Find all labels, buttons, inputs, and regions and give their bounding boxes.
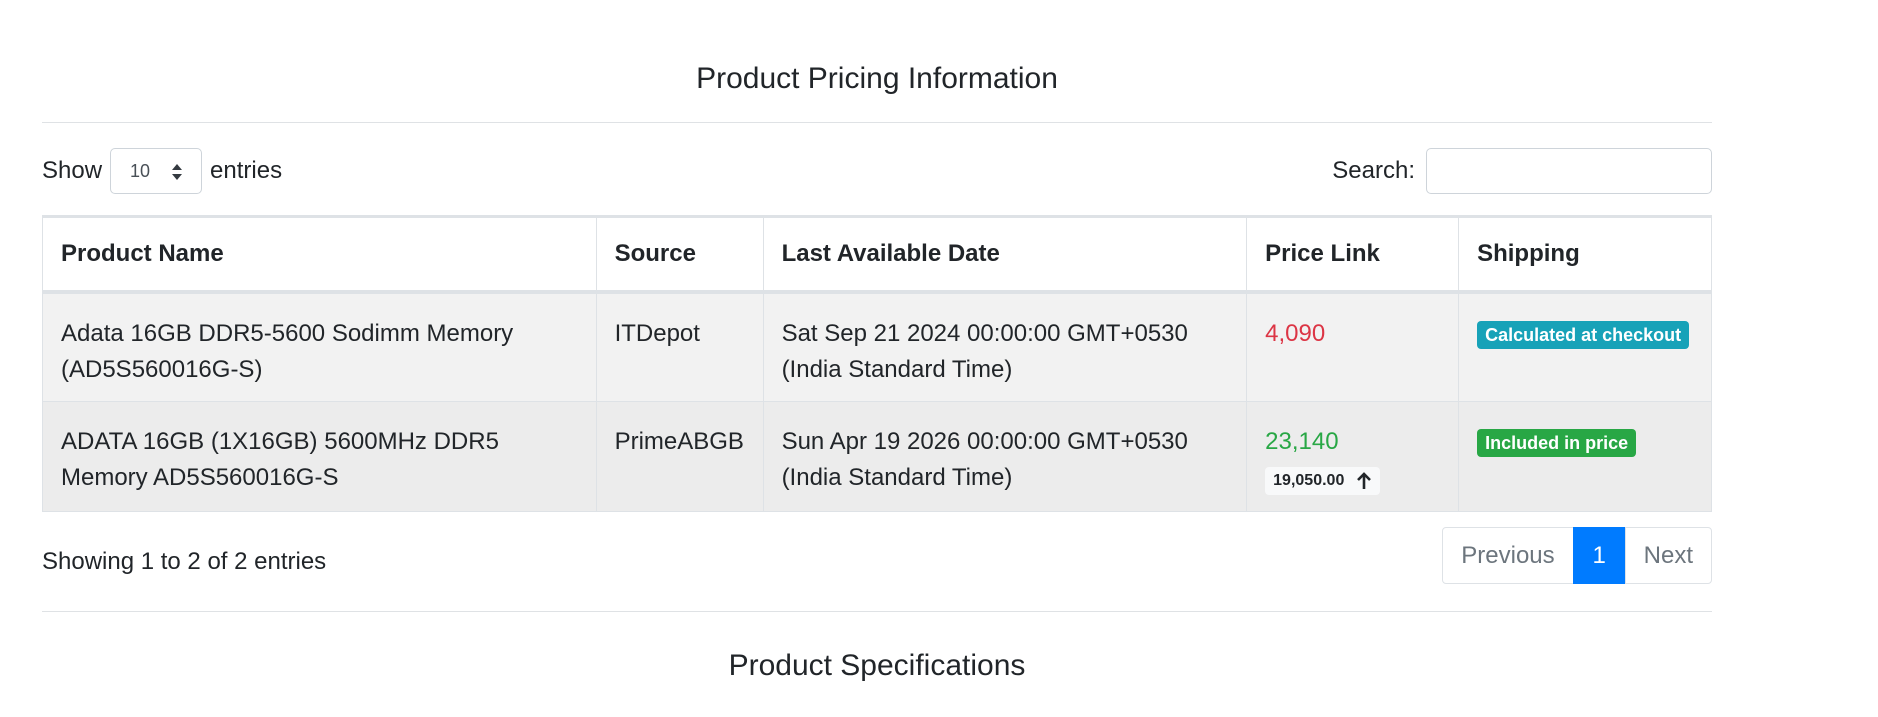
pagination-page-1-button[interactable]: 1 [1572,527,1626,584]
price-link[interactable]: 4,090 [1265,320,1325,347]
date-line: Sun Apr 19 2026 00:00:00 GMT+0530 [781,428,1188,455]
length-prefix-label: Show [42,157,103,184]
entries-length-control: Show 10 entries [42,148,282,194]
table-header-row: Product Name Source Last Available Date … [42,215,1712,294]
product-name-line: Memory AD5S560016G-S [61,464,339,491]
product-name-cell: ADATA 16GB (1X16GB) 5600MHz DDR5 Memory … [42,401,597,512]
pagination: Previous 1 Next [1442,527,1712,584]
product-name-line: ADATA 16GB (1X16GB) 5600MHz DDR5 [61,428,499,455]
shipping-badge: Included in price [1477,429,1637,457]
table-row: ADATA 16GB (1X16GB) 5600MHz DDR5 Memory … [42,401,1712,512]
previous-price-value: 19,050.00 [1273,472,1345,489]
date-cell: Sat Sep 21 2024 00:00:00 GMT+0530 (India… [762,291,1248,402]
column-header-shipping[interactable]: Shipping [1458,215,1712,294]
column-header-source[interactable]: Source [595,215,764,294]
price-link[interactable]: 23,140 [1265,428,1338,455]
arrow-up-icon [1357,472,1372,489]
column-header-product-name[interactable]: Product Name [42,215,597,294]
date-line: (India Standard Time) [781,355,1013,383]
pricing-table: Product Name Source Last Available Date … [42,215,1712,512]
sort-arrows-icon [172,164,183,180]
column-header-last-available-date[interactable]: Last Available Date [762,215,1248,294]
product-name-line: (AD5S560016G-S) [61,355,263,383]
date-line: Sat Sep 21 2024 00:00:00 GMT+0530 [781,319,1188,347]
specifications-section-title: Product Specifications [728,649,1026,682]
date-cell: Sun Apr 19 2026 00:00:00 GMT+0530 (India… [762,401,1248,512]
product-name-cell: Adata 16GB DDR5-5600 Sodimm Memory (AD5S… [42,291,597,402]
search-label: Search: [1332,157,1415,184]
date-line: (India Standard Time) [781,464,1013,491]
price-cell: 4,090 [1246,291,1460,402]
pricing-section-title: Product Pricing Information [696,62,1058,95]
section-divider-top [42,122,1712,123]
shipping-badge: Calculated at checkout [1477,320,1690,349]
search-input[interactable] [1426,148,1712,194]
table-row: Adata 16GB DDR5-5600 Sodimm Memory (AD5S… [42,291,1712,402]
pagination-next-button[interactable]: Next [1624,527,1712,584]
section-divider-bottom [42,611,1712,612]
product-name-line: Adata 16GB DDR5-5600 Sodimm Memory [61,319,514,347]
source-cell: ITDepot [595,291,764,402]
shipping-cell: Included in price [1458,401,1712,512]
table-search-control: Search: [1332,147,1712,195]
column-header-price-link[interactable]: Price Link [1246,215,1460,294]
pagination-previous-button[interactable]: Previous [1442,527,1574,584]
entries-per-page-value: 10 [130,160,151,181]
source-cell: PrimeABGB [595,401,764,512]
price-cell: 23,140 19,050.00 [1246,401,1460,512]
entries-per-page-select[interactable]: 10 [110,148,203,194]
previous-price-badge: 19,050.00 [1265,467,1381,495]
shipping-cell: Calculated at checkout [1458,291,1712,402]
length-suffix-label: entries [210,157,283,184]
table-info-text: Showing 1 to 2 of 2 entries [42,548,327,575]
